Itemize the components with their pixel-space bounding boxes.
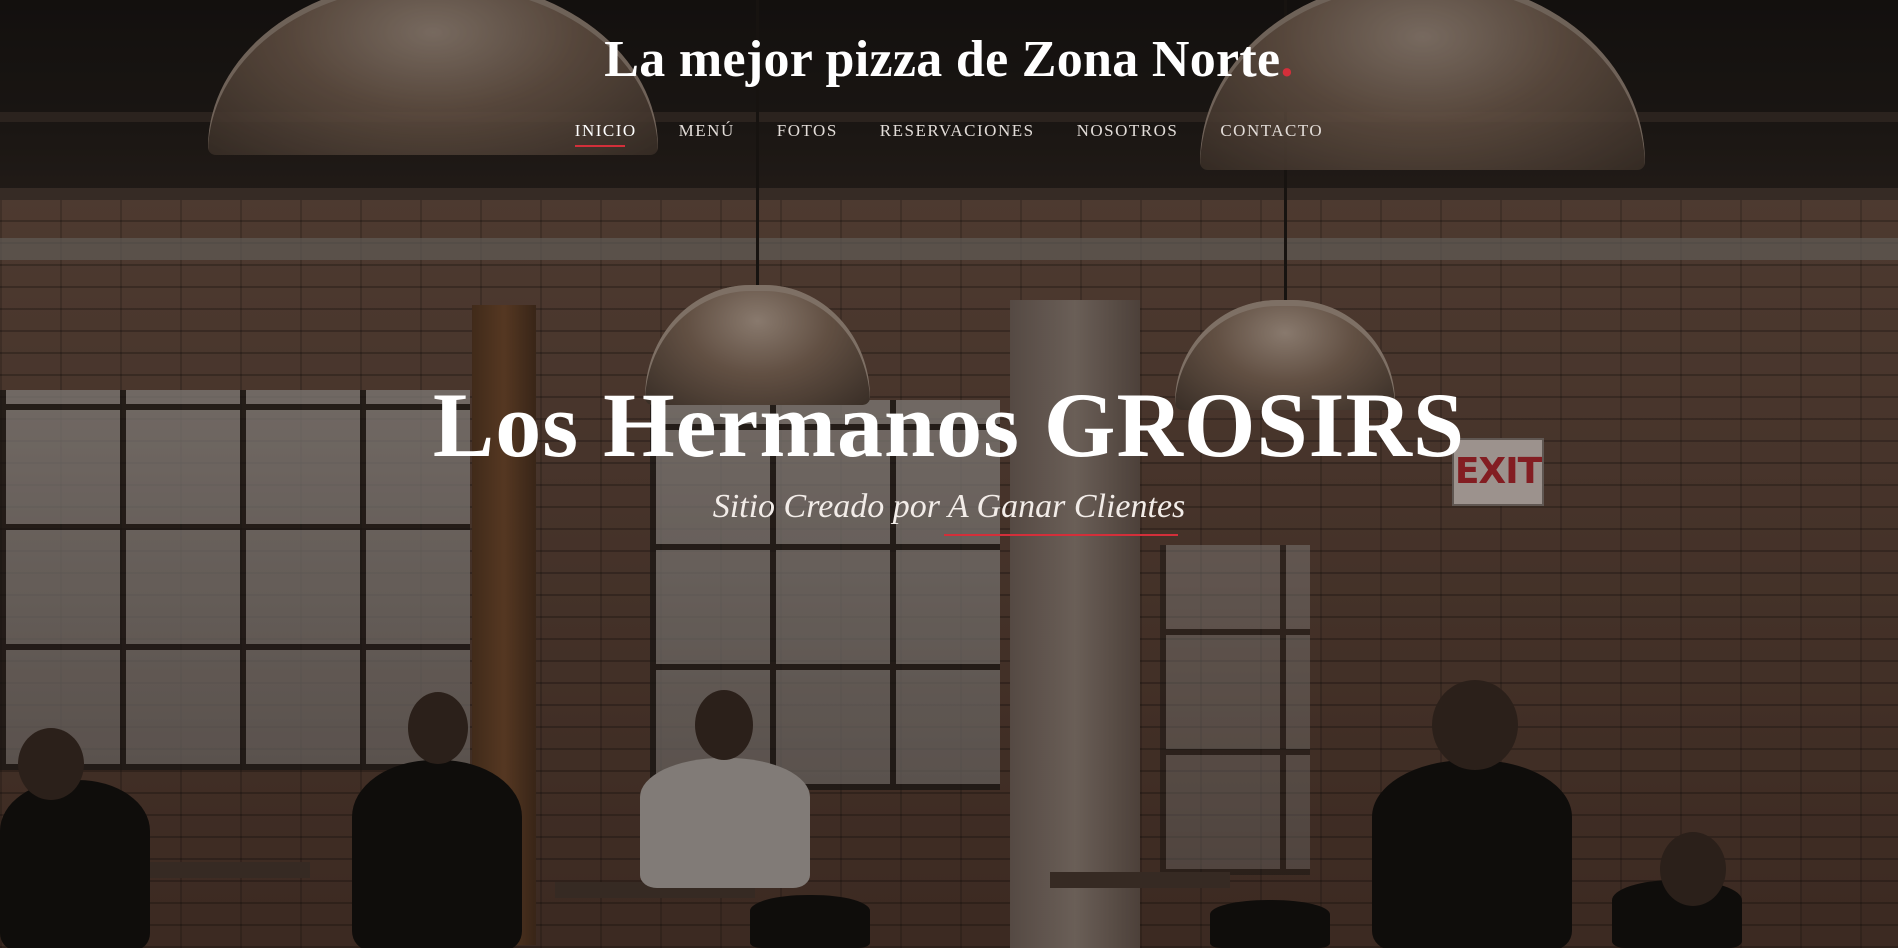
nav-item-contacto[interactable]: CONTACTO bbox=[1199, 121, 1344, 141]
hero-subtitle: Sitio Creado por A Ganar Clientes bbox=[712, 488, 1186, 525]
nav-item-fotos[interactable]: FOTOS bbox=[756, 121, 859, 141]
nav-item-inicio[interactable]: INICIO bbox=[554, 121, 658, 147]
nav-item-reservaciones[interactable]: RESERVACIONES bbox=[859, 121, 1056, 141]
main-nav: INICIO MENÚ FOTOS RESERVACIONES NOSOTROS… bbox=[0, 121, 1898, 147]
site-title-text: La mejor pizza de Zona Norte bbox=[604, 31, 1281, 88]
site-title[interactable]: La mejor pizza de Zona Norte. bbox=[0, 30, 1898, 89]
subtitle-underline bbox=[944, 534, 1178, 536]
hero-section: EXIT La mejor pizza de Zona Norte. INICI… bbox=[0, 0, 1898, 948]
site-title-dot: . bbox=[1280, 31, 1294, 88]
nav-item-menu[interactable]: MENÚ bbox=[658, 121, 756, 141]
nav-item-nosotros[interactable]: NOSOTROS bbox=[1056, 121, 1200, 141]
hero-title: Los Hermanos GROSIRS bbox=[432, 374, 1466, 476]
